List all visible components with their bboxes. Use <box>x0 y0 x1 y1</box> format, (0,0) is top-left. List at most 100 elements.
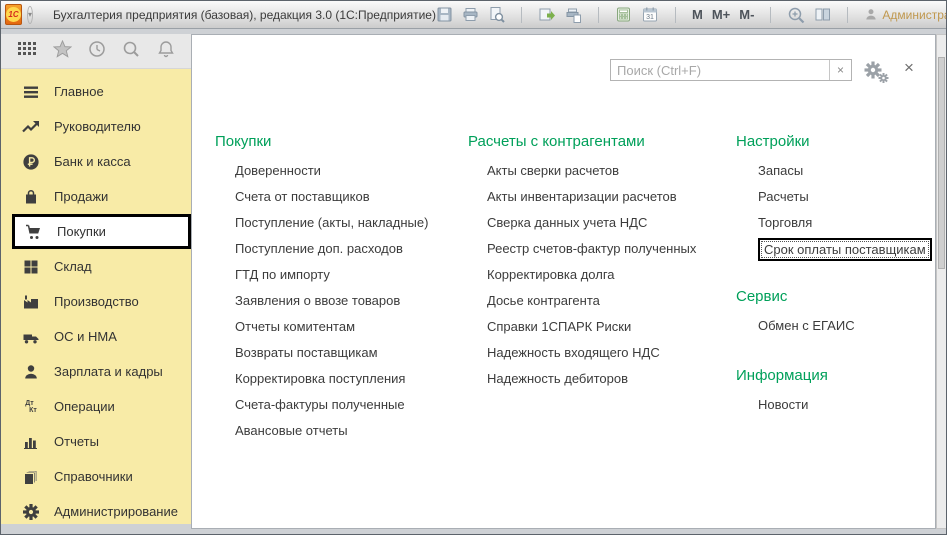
column-counterparty-settlements: Расчеты с контрагентами Акты сверки расч… <box>468 132 696 392</box>
link-doverennosti[interactable]: Доверенности <box>235 158 428 184</box>
panel-toolbar <box>1 34 191 69</box>
sidebar-item-warehouse[interactable]: Склад <box>1 249 191 284</box>
window-menu-button[interactable]: ▾ <box>27 6 33 24</box>
section-header: Настройки <box>736 132 932 152</box>
link-korrektirovka-dolga[interactable]: Корректировка долга <box>487 262 696 288</box>
sidebar-item-label: Операции <box>54 399 115 414</box>
link-nadezhnost-debitorov[interactable]: Надежность дебиторов <box>487 366 696 392</box>
truck-icon <box>21 328 41 346</box>
shopping-bag-icon <box>21 188 41 206</box>
memory-plus-button[interactable]: M+ <box>712 7 730 22</box>
save-icon[interactable] <box>436 6 453 23</box>
link-otchety-komitentam[interactable]: Отчеты комитентам <box>235 314 428 340</box>
link-sverka-dannyh-ucheta-nds[interactable]: Сверка данных учета НДС <box>487 210 696 236</box>
sidebar-item-sales[interactable]: Продажи <box>1 179 191 214</box>
sidebar-item-manager[interactable]: Руководителю <box>1 109 191 144</box>
service-menu-button[interactable] <box>17 41 36 61</box>
send-file-icon[interactable] <box>538 6 556 23</box>
search-box: × <box>610 59 852 81</box>
link-postuplenie-dop-rashodov[interactable]: Поступление доп. расходов <box>235 236 428 262</box>
print-preview-icon[interactable] <box>488 6 505 23</box>
sidebar-item-label: ОС и НМА <box>54 329 117 344</box>
link-nadezhnost-vhodyashchego-nds[interactable]: Надежность входящего НДС <box>487 340 696 366</box>
separator <box>847 7 848 23</box>
link-zapasy[interactable]: Запасы <box>758 158 932 184</box>
favorites-star-icon[interactable] <box>53 40 72 63</box>
cart-icon <box>24 223 44 241</box>
link-vozvraty-postavshchikam[interactable]: Возвраты поставщикам <box>235 340 428 366</box>
ruble-icon <box>21 153 41 171</box>
sidebar-item-label: Покупки <box>57 224 106 239</box>
section-header: Информация <box>736 366 932 386</box>
link-akty-inventarizatsii-raschetov[interactable]: Акты инвентаризации расчетов <box>487 184 696 210</box>
separator <box>770 7 771 23</box>
person-icon <box>21 363 41 381</box>
search-input[interactable] <box>611 60 829 80</box>
scrollbar-track[interactable] <box>936 34 947 529</box>
sidebar-item-directories[interactable]: Справочники <box>1 459 191 494</box>
notifications-bell-icon[interactable] <box>157 40 175 63</box>
link-zayavleniya-o-vvoze-tovarov[interactable]: Заявления о ввозе товаров <box>235 288 428 314</box>
settings-gears-button[interactable] <box>863 60 890 89</box>
history-clock-icon[interactable] <box>88 40 106 63</box>
sidebar-item-operations[interactable]: Дт Кт Операции <box>1 389 191 424</box>
search-clear-button[interactable]: × <box>829 60 851 80</box>
sidebar-item-fixed-assets[interactable]: ОС и НМА <box>1 319 191 354</box>
sidebar-item-production[interactable]: Производство <box>1 284 191 319</box>
title-bar: 1С ▾ Бухгалтерия предприятия (базовая), … <box>1 1 946 29</box>
link-novosti[interactable]: Новости <box>758 392 932 418</box>
memory-button[interactable]: M <box>692 7 703 22</box>
app-logo: 1С <box>5 4 22 25</box>
sidebar-item-main[interactable]: Главное <box>1 74 191 109</box>
sidebar-item-label: Склад <box>54 259 92 274</box>
caret-down-icon: ▾ <box>28 10 32 19</box>
link-avansovye-otchety[interactable]: Авансовые отчеты <box>235 418 428 444</box>
section-header: Расчеты с контрагентами <box>468 132 696 152</box>
sidebar-item-reports[interactable]: Отчеты <box>1 424 191 459</box>
username-label: Администратор <box>882 8 947 22</box>
search-magnifier-icon[interactable] <box>122 40 140 63</box>
section-header: Сервис <box>736 287 932 307</box>
sidebar-item-administration[interactable]: Администрирование <box>1 494 191 524</box>
print-document-icon[interactable] <box>565 6 582 23</box>
sidebar-item-label: Продажи <box>54 189 108 204</box>
books-icon <box>21 468 41 486</box>
zoom-icon[interactable] <box>787 6 805 24</box>
link-srok-oplaty-postavshchikam[interactable]: Срок оплаты поставщикам <box>758 236 932 262</box>
link-spravki-1spark-riski[interactable]: Справки 1СПАРК Риски <box>487 314 696 340</box>
link-torgovlya[interactable]: Торговля <box>758 210 932 236</box>
sidebar-item-purchases[interactable]: Покупки <box>12 214 191 249</box>
sidebar-item-bank-cash[interactable]: Банк и касса <box>1 144 191 179</box>
link-obmen-s-egais[interactable]: Обмен с ЕГАИС <box>758 313 932 339</box>
user-menu[interactable]: Администратор <box>864 7 947 22</box>
sidebar-item-label: Банк и касса <box>54 154 131 169</box>
sidebar-item-label: Зарплата и кадры <box>54 364 163 379</box>
link-dosye-kontragenta[interactable]: Досье контрагента <box>487 288 696 314</box>
sidebar-item-label: Отчеты <box>54 434 99 449</box>
sidebar-item-label: Администрирование <box>54 504 178 519</box>
column-settings: Настройки Запасы Расчеты Торговля Срок о… <box>736 132 932 418</box>
print-icon[interactable] <box>462 6 479 23</box>
scrollbar-thumb[interactable] <box>938 57 945 269</box>
link-postuplenie-akty-nakladnye[interactable]: Поступление (акты, накладные) <box>235 210 428 236</box>
sidebar-item-label: Справочники <box>54 469 133 484</box>
warehouse-icon <box>21 258 41 276</box>
memory-minus-button[interactable]: M- <box>739 7 754 22</box>
link-gtd-po-importu[interactable]: ГТД по импорту <box>235 262 428 288</box>
link-scheta-ot-postavshchikov[interactable]: Счета от поставщиков <box>235 184 428 210</box>
calendar-icon[interactable]: 31 <box>641 6 659 23</box>
panel-close-button[interactable]: × <box>904 58 914 78</box>
link-raschety[interactable]: Расчеты <box>758 184 932 210</box>
svg-text:31: 31 <box>646 14 654 21</box>
section-header: Покупки <box>215 132 428 152</box>
sidebar-item-salary-hr[interactable]: Зарплата и кадры <box>1 354 191 389</box>
split-window-icon[interactable] <box>814 6 831 23</box>
link-korrektirovka-postupleniya[interactable]: Корректировка поступления <box>235 366 428 392</box>
link-akty-sverki-raschetov[interactable]: Акты сверки расчетов <box>487 158 696 184</box>
calculator-icon[interactable] <box>615 6 632 23</box>
link-reestr-schetov-faktur-poluchennyh[interactable]: Реестр счетов-фактур полученных <box>487 236 696 262</box>
menu-icon <box>21 83 41 101</box>
link-scheta-faktury-poluchennye[interactable]: Счета-фактуры полученные <box>235 392 428 418</box>
separator <box>521 7 522 23</box>
trend-icon <box>21 118 41 136</box>
